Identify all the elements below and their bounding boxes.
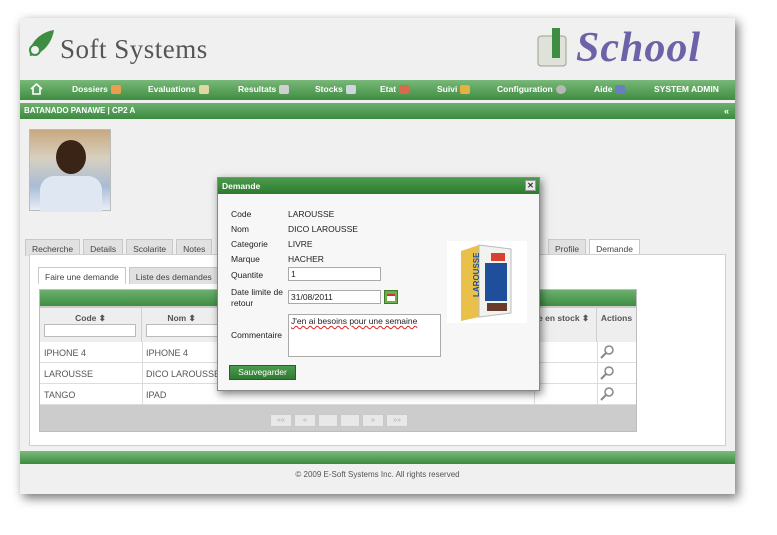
- save-button[interactable]: Sauvegarder: [229, 365, 296, 380]
- first-page-button[interactable]: ««: [270, 414, 292, 427]
- column-divider: [142, 342, 143, 405]
- nav-label: Stocks: [315, 84, 343, 94]
- header: Soft Systems School: [20, 18, 735, 80]
- student-title: BATANADO PANAWE | CP2 A: [24, 106, 136, 115]
- student-photo: [29, 129, 111, 212]
- col-stock[interactable]: e en stock ⬍: [534, 308, 597, 342]
- date-label: Date limite de retour: [231, 287, 283, 308]
- marque-value: HACHER: [288, 254, 324, 264]
- cell-nom: IPHONE 4: [146, 348, 189, 358]
- document-icon: [198, 84, 209, 94]
- cell-nom: DICO LAROUSSE: [146, 369, 221, 379]
- report-icon: [279, 84, 290, 94]
- nav-configuration[interactable]: Configuration: [497, 84, 566, 94]
- col-code[interactable]: Code ⬍: [40, 308, 142, 342]
- nav-label: Etat: [380, 84, 397, 94]
- cell-nom: IPAD: [146, 390, 167, 400]
- chart-icon: [399, 84, 410, 94]
- page-count: [340, 414, 360, 427]
- company-name: Soft Systems: [60, 34, 208, 64]
- col-actions: Actions: [597, 308, 636, 342]
- gear-icon: [555, 84, 566, 94]
- box-icon: [345, 84, 356, 94]
- next-page-button[interactable]: »: [362, 414, 384, 427]
- company-logo: Soft Systems: [24, 22, 224, 74]
- code-label: Code: [231, 209, 252, 219]
- magnifier-icon[interactable]: [600, 345, 614, 359]
- app-name: School: [576, 25, 702, 71]
- demande-dialog: Demande ✕ Code LAROUSSE Nom DICO LAROUSS…: [217, 177, 540, 391]
- cell-code: IPHONE 4: [44, 348, 87, 358]
- close-icon[interactable]: ✕: [525, 180, 536, 191]
- nav-user[interactable]: SYSTEM ADMIN: [654, 84, 719, 94]
- magnifier-icon[interactable]: [600, 387, 614, 401]
- dialog-title: Demande ✕: [218, 178, 539, 194]
- col-stock-label: e en stock: [538, 313, 580, 323]
- nav-label: Evaluations: [148, 84, 196, 94]
- main-nav: Dossiers Evaluations Resultats Stocks Et…: [20, 80, 735, 100]
- quantite-input[interactable]: 1: [288, 267, 381, 281]
- calendar-icon[interactable]: [384, 290, 398, 304]
- tab-faire-demande[interactable]: Faire une demande: [38, 267, 126, 284]
- nav-evaluations[interactable]: Evaluations: [148, 84, 209, 94]
- cell-code: TANGO: [44, 390, 76, 400]
- marque-label: Marque: [231, 254, 260, 264]
- col-actions-label: Actions: [600, 313, 633, 323]
- dialog-title-text: Demande: [222, 181, 261, 191]
- nav-label: Configuration: [497, 84, 553, 94]
- nav-suivi[interactable]: Suivi: [437, 84, 471, 94]
- collapse-icon[interactable]: «: [724, 106, 729, 116]
- book-cover-text: LAROUSSE: [472, 252, 481, 297]
- bottom-bar: [20, 451, 735, 464]
- col-nom-label: Nom: [167, 313, 187, 323]
- demande-subtabs: Faire une demande Liste des demandes: [38, 267, 222, 284]
- home-icon[interactable]: [30, 83, 43, 95]
- column-divider: [597, 342, 598, 405]
- nav-label: Resultats: [238, 84, 277, 94]
- categorie-label: Categorie: [231, 239, 268, 249]
- footer-copyright: © 2009 E-Soft Systems Inc. All rights re…: [295, 470, 460, 479]
- nav-stocks[interactable]: Stocks: [315, 84, 356, 94]
- nav-label: Aide: [594, 84, 613, 94]
- book-cover-image: LAROUSSE: [447, 241, 527, 323]
- nav-resultats[interactable]: Resultats: [238, 84, 290, 94]
- last-page-button[interactable]: »»: [386, 414, 408, 427]
- nav-aide[interactable]: Aide: [594, 84, 626, 94]
- magnifier-icon[interactable]: [600, 366, 614, 380]
- users-icon: [460, 84, 471, 94]
- page-input[interactable]: [318, 414, 338, 427]
- quantite-label: Quantite: [231, 270, 264, 280]
- commentaire-label: Commentaire: [231, 330, 283, 340]
- commentaire-textarea[interactable]: J'en ai besoins pour une semaine: [288, 314, 441, 357]
- cell-code: LAROUSSE: [44, 369, 94, 379]
- book-logo-icon: [537, 28, 567, 67]
- grid-pager: «« « » »»: [270, 414, 408, 427]
- date-input[interactable]: 31/08/2011: [288, 290, 381, 304]
- help-icon: [615, 84, 626, 94]
- app-logo: School: [532, 22, 732, 74]
- categorie-value: LIVRE: [288, 239, 313, 249]
- nom-filter-input[interactable]: [146, 324, 218, 337]
- nav-label: Suivi: [437, 84, 458, 94]
- nav-label: Dossiers: [72, 84, 108, 94]
- folder-icon: [110, 84, 121, 94]
- prev-page-button[interactable]: «: [294, 414, 316, 427]
- col-code-label: Code: [75, 313, 97, 323]
- tab-liste-demandes[interactable]: Liste des demandes: [128, 267, 219, 284]
- code-filter-input[interactable]: [44, 324, 136, 337]
- nav-etat[interactable]: Etat: [380, 84, 410, 94]
- code-value: LAROUSSE: [288, 209, 335, 219]
- nav-dossiers[interactable]: Dossiers: [72, 84, 121, 94]
- student-bar: BATANADO PANAWE | CP2 A «: [20, 103, 735, 119]
- nom-value: DICO LAROUSSE: [288, 224, 358, 234]
- nom-label: Nom: [231, 224, 249, 234]
- leaf-logo-icon: [29, 30, 54, 56]
- col-nom[interactable]: Nom ⬍: [142, 308, 222, 342]
